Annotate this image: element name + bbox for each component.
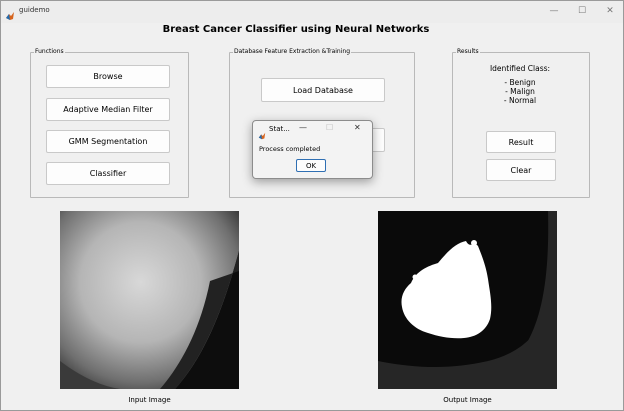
input-image-caption: Input Image bbox=[128, 396, 171, 404]
matlab-icon bbox=[5, 6, 15, 20]
class-benign: - Benign bbox=[504, 78, 536, 87]
load-database-button[interactable]: Load Database bbox=[261, 78, 385, 102]
adaptive-median-filter-button[interactable]: Adaptive Median Filter bbox=[46, 98, 170, 121]
maximize-button[interactable]: ☐ bbox=[567, 1, 597, 21]
dialog-title: Stat... bbox=[269, 125, 290, 133]
ok-button[interactable]: OK bbox=[296, 159, 326, 172]
identified-class-label: Identified Class: bbox=[489, 64, 551, 73]
results-panel-title: Results bbox=[456, 48, 480, 55]
dialog-title-bar: Stat... — ☐ ✕ bbox=[253, 121, 372, 140]
result-button[interactable]: Result bbox=[486, 131, 556, 153]
status-dialog: Stat... — ☐ ✕ Process completed OK bbox=[252, 120, 373, 179]
dialog-message: Process completed bbox=[259, 145, 321, 153]
class-malign: - Malign bbox=[505, 87, 535, 96]
dialog-maximize-button: ☐ bbox=[326, 123, 334, 132]
classifier-button[interactable]: Classifier bbox=[46, 162, 170, 185]
close-button[interactable]: ✕ bbox=[595, 1, 624, 21]
app-window: guidemo — ☐ ✕ Breast Cancer Classifier u… bbox=[0, 0, 624, 411]
functions-panel-title: Functions bbox=[34, 48, 65, 55]
clear-button[interactable]: Clear bbox=[486, 159, 556, 181]
window-title: guidemo bbox=[19, 6, 50, 14]
browse-button[interactable]: Browse bbox=[46, 65, 170, 88]
gmm-segmentation-button[interactable]: GMM Segmentation bbox=[46, 130, 170, 153]
database-panel-title: Database Feature Extraction &Training bbox=[233, 48, 352, 55]
input-image bbox=[60, 211, 239, 389]
dialog-close-button[interactable]: ✕ bbox=[354, 123, 361, 132]
minimize-button[interactable]: — bbox=[539, 1, 569, 21]
output-image-caption: Output Image bbox=[443, 396, 492, 404]
output-image bbox=[378, 211, 557, 389]
page-title: Breast Cancer Classifier using Neural Ne… bbox=[162, 24, 430, 35]
matlab-icon bbox=[258, 125, 266, 140]
class-normal: - Normal bbox=[503, 96, 537, 105]
title-bar: guidemo — ☐ ✕ bbox=[1, 1, 623, 23]
dialog-minimize-button[interactable]: — bbox=[299, 123, 307, 132]
